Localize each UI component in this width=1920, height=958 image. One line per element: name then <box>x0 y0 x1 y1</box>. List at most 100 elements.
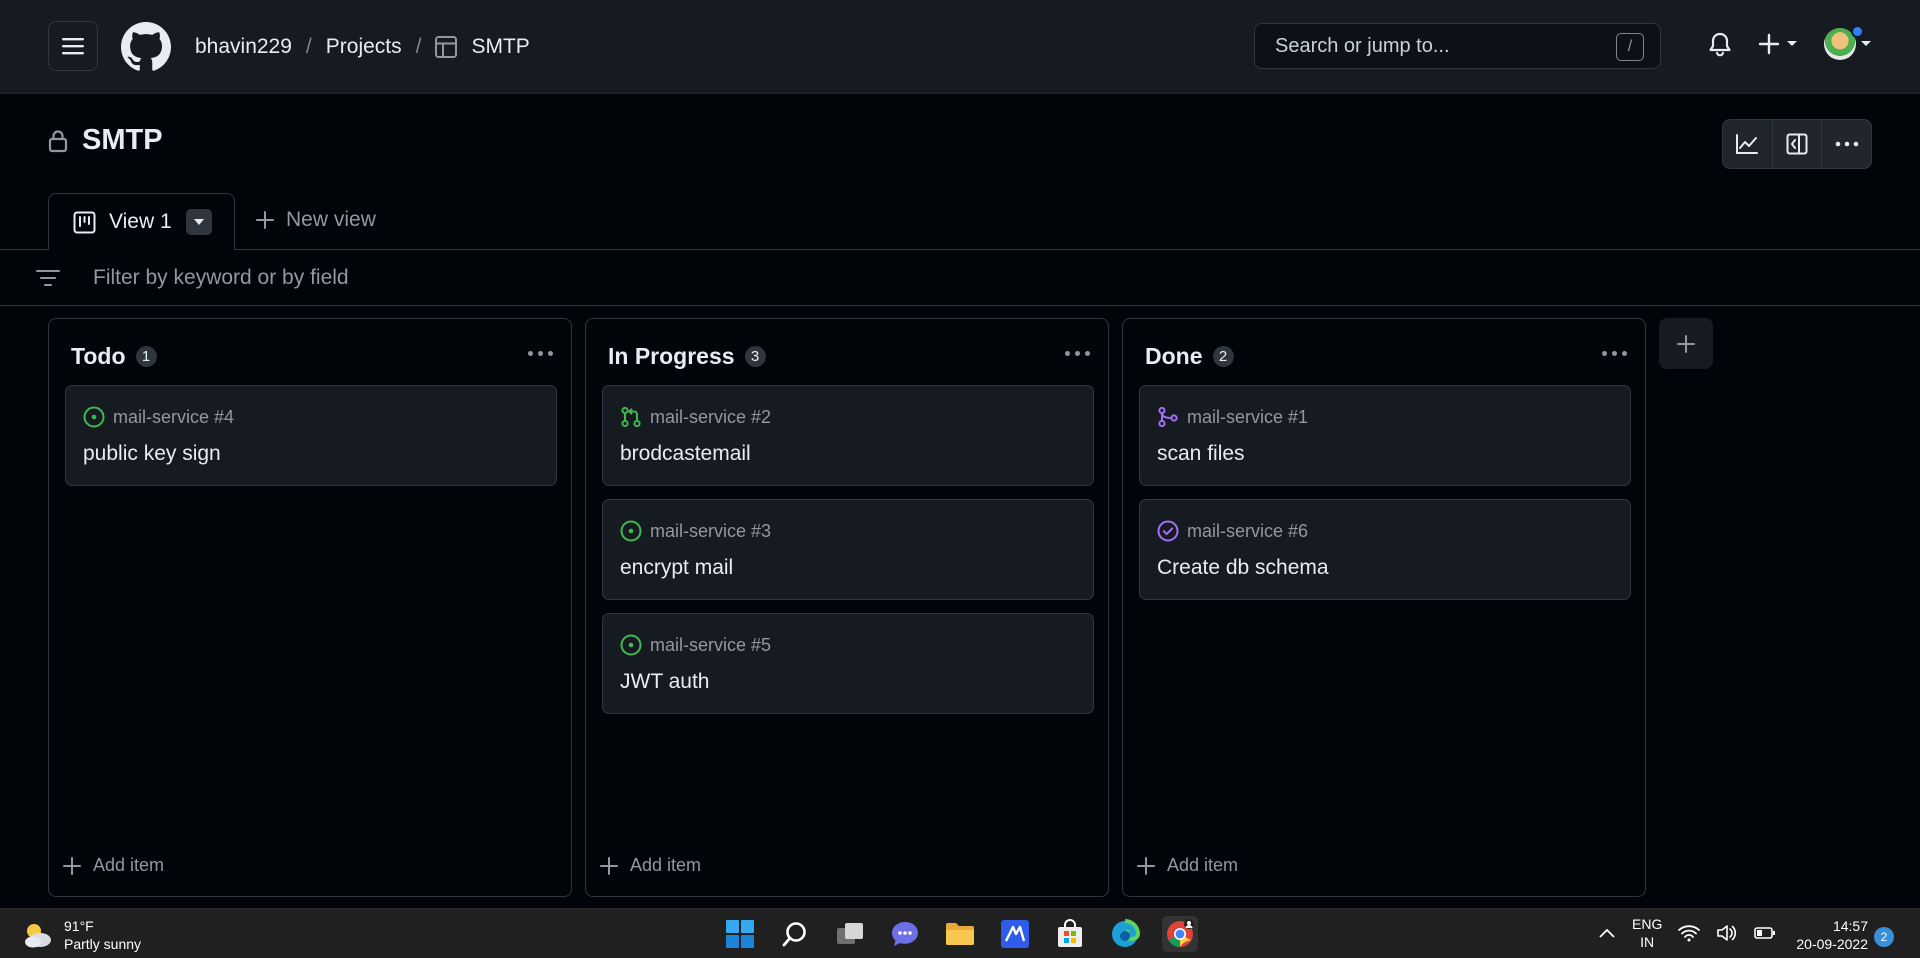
add-item-button[interactable]: Add item <box>63 855 164 876</box>
dot <box>548 351 553 356</box>
menu-button[interactable] <box>48 21 98 71</box>
search-placeholder: Search or jump to... <box>1275 34 1450 57</box>
add-item-button[interactable]: Add item <box>600 855 701 876</box>
board-view-icon <box>73 211 96 234</box>
app-logo-icon <box>1001 920 1029 948</box>
project-actions <box>1722 119 1872 169</box>
battery-icon[interactable] <box>1754 926 1776 940</box>
weather-description: Partly sunny <box>64 936 142 952</box>
search-icon <box>782 922 806 947</box>
notification-count-badge[interactable]: 2 <box>1874 927 1894 947</box>
column-count-badge: 1 <box>135 346 157 367</box>
caret-down-icon <box>1861 41 1871 46</box>
column-header: Todo 1 <box>71 343 157 370</box>
tab-view-1[interactable]: View 1 <box>48 193 235 250</box>
taskbar-search-button[interactable] <box>777 916 813 952</box>
more-options-button[interactable] <box>1822 120 1871 168</box>
create-new-button[interactable] <box>1758 33 1798 55</box>
card-title[interactable]: encrypt mail <box>620 556 733 580</box>
board-column-done: Done 2 mail-service #1 scan files mail-s… <box>1122 318 1646 897</box>
plus-icon <box>600 856 618 875</box>
store-button[interactable] <box>1052 916 1088 952</box>
board-card[interactable]: mail-service #2 brodcastemail <box>602 385 1094 486</box>
file-explorer-button[interactable] <box>942 916 978 952</box>
column-header: Done 2 <box>1145 343 1234 370</box>
column-menu-button[interactable] <box>1602 351 1627 356</box>
os-taskbar: 91°F Partly sunny ENG IN 14:57 20-09-202… <box>0 908 1920 958</box>
add-item-button[interactable]: Add item <box>1137 855 1238 876</box>
side-panel-button[interactable] <box>1773 120 1823 168</box>
board-column-todo: Todo 1 mail-service #4 public key sign A… <box>48 318 572 897</box>
github-logo-icon[interactable] <box>121 22 171 72</box>
start-button[interactable] <box>722 916 758 952</box>
task-view-icon <box>837 923 863 944</box>
system-clock[interactable]: 14:57 20-09-2022 <box>1782 917 1868 953</box>
breadcrumb-projects[interactable]: Projects <box>326 35 402 59</box>
volume-icon[interactable] <box>1716 924 1738 942</box>
breadcrumb-owner[interactable]: bhavin229 <box>195 35 292 59</box>
column-count-badge: 3 <box>744 346 766 367</box>
weather-temperature: 91°F <box>64 918 94 934</box>
chat-app-button[interactable] <box>887 916 923 952</box>
dot <box>1622 351 1627 356</box>
lock-icon <box>48 129 68 152</box>
dot <box>538 351 543 356</box>
language-indicator[interactable]: ENG IN <box>1632 915 1662 951</box>
caret-down-icon <box>1787 41 1797 46</box>
notifications-bell-icon[interactable] <box>1708 32 1732 58</box>
card-title[interactable]: scan files <box>1157 442 1245 466</box>
kebab-horizontal-icon <box>1835 141 1858 147</box>
language-code: ENG <box>1632 916 1663 932</box>
breadcrumb-separator: / <box>415 35 422 58</box>
column-menu-button[interactable] <box>528 351 553 356</box>
breadcrumb-project[interactable]: SMTP <box>471 35 529 59</box>
card-title[interactable]: JWT auth <box>620 670 709 694</box>
user-menu-button[interactable] <box>1824 28 1872 60</box>
task-view-button[interactable] <box>832 916 868 952</box>
card-title[interactable]: brodcastemail <box>620 442 751 466</box>
board-card[interactable]: mail-service #6 Create db schema <box>1139 499 1631 600</box>
breadcrumb-separator: / <box>305 35 312 58</box>
board-card[interactable]: mail-service #5 JWT auth <box>602 613 1094 714</box>
dot <box>1065 351 1070 356</box>
table-icon <box>435 36 458 58</box>
plus-icon <box>256 211 274 229</box>
plus-icon <box>1677 334 1695 353</box>
column-menu-button[interactable] <box>1065 351 1090 356</box>
card-title[interactable]: Create db schema <box>1157 556 1329 580</box>
view-options-button[interactable] <box>185 209 212 235</box>
column-header: In Progress 3 <box>608 343 766 370</box>
board-card[interactable]: mail-service #1 scan files <box>1139 385 1631 486</box>
chrome-browser-button[interactable] <box>1162 916 1198 952</box>
add-column-button[interactable] <box>1659 318 1713 369</box>
board-card[interactable]: mail-service #4 public key sign <box>65 385 557 486</box>
chevron-up-icon[interactable] <box>1598 927 1616 939</box>
sidebar-expand-icon <box>1786 133 1808 155</box>
insights-button[interactable] <box>1723 120 1773 168</box>
search-shortcut-key: / <box>1616 33 1644 61</box>
add-item-label: Add item <box>630 855 702 875</box>
caret-down-icon <box>193 219 204 225</box>
issue-open-icon <box>620 634 642 656</box>
card-title[interactable]: public key sign <box>83 442 221 466</box>
card-reference: mail-service #2 <box>650 406 772 427</box>
editor-app-button[interactable] <box>997 916 1033 952</box>
new-view-label: New view <box>286 208 376 231</box>
column-title: Todo <box>71 343 126 369</box>
chat-icon <box>892 922 918 946</box>
plus-icon <box>1137 856 1155 875</box>
card-reference: mail-service #5 <box>650 634 772 655</box>
dot <box>1612 351 1617 356</box>
clock-time: 14:57 <box>1832 918 1868 934</box>
filter-input[interactable] <box>93 266 893 290</box>
add-item-label: Add item <box>93 855 165 875</box>
edge-browser-button[interactable] <box>1107 916 1143 952</box>
clock-date: 20-09-2022 <box>1796 936 1868 952</box>
search-input[interactable]: Search or jump to... / <box>1254 23 1661 69</box>
taskbar-apps <box>722 916 1198 952</box>
board-card[interactable]: mail-service #3 encrypt mail <box>602 499 1094 600</box>
new-view-button[interactable]: New view <box>256 208 376 232</box>
card-reference: mail-service #6 <box>1187 520 1309 541</box>
wifi-icon[interactable] <box>1678 924 1701 942</box>
weather-widget[interactable]: 91°F Partly sunny <box>22 917 141 953</box>
